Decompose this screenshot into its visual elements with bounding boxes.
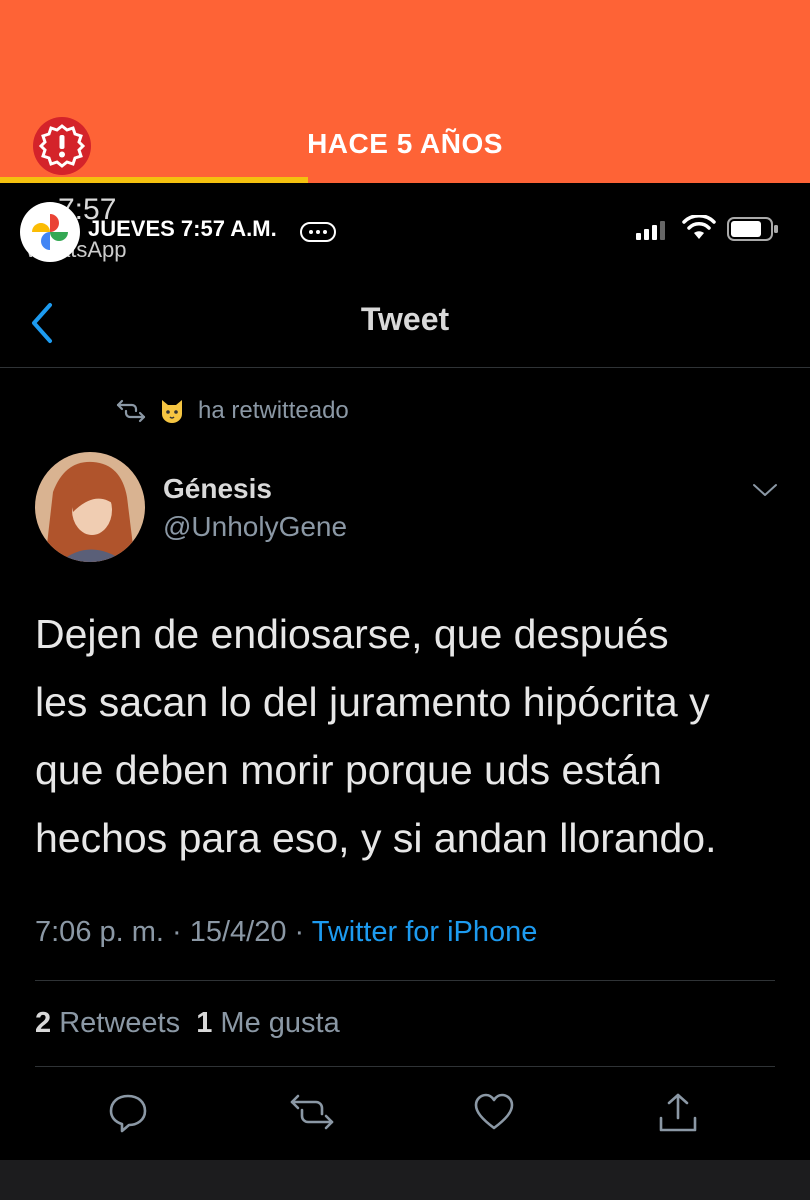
wifi-icon xyxy=(682,215,716,239)
retweet-label: ha retwitteado xyxy=(198,397,349,424)
author-handle[interactable]: @UnholyGene xyxy=(163,511,347,543)
avatar[interactable] xyxy=(35,452,145,562)
tweet-line: que deben morir porque uds están xyxy=(35,747,662,793)
tweet-line: hechos para eso, y si andan llorando. xyxy=(35,815,717,861)
tweet-stats: 2 Retweets 1 Me gusta xyxy=(35,1007,340,1040)
more-options-icon[interactable] xyxy=(300,222,336,242)
retweets-count[interactable]: 2 xyxy=(35,1007,51,1039)
story-date: JUEVES 7:57 A.M. xyxy=(88,216,277,241)
author-name[interactable]: Génesis xyxy=(163,473,272,505)
chevron-down-icon[interactable] xyxy=(752,482,778,498)
tweet-line: les sacan lo del juramento hipócrita y xyxy=(35,679,710,725)
retweet-small-icon xyxy=(116,399,146,423)
page-title: Tweet xyxy=(360,301,450,337)
share-icon[interactable] xyxy=(656,1090,700,1134)
tweet-text: Dejen de endiosarse, que después les sac… xyxy=(35,600,785,872)
divider xyxy=(35,1066,775,1067)
retweet-icon[interactable] xyxy=(288,1090,336,1134)
story-title: HACE 5 AÑOS xyxy=(307,128,503,159)
retweeted-by-row[interactable]: ha retwitteado xyxy=(116,395,349,427)
tweet-timestamp: 7:06 p. m. · 15/4/20 · xyxy=(35,916,312,948)
tweet-line: Dejen de endiosarse, que después xyxy=(35,611,669,657)
likes-count[interactable]: 1 xyxy=(196,1007,212,1039)
story-progress-bar xyxy=(0,177,810,183)
signal-icon xyxy=(636,221,665,240)
google-photos-icon xyxy=(20,202,80,262)
reply-icon[interactable] xyxy=(106,1090,150,1134)
story-progress-fill xyxy=(0,177,308,183)
tweet-source-link[interactable]: Twitter for iPhone xyxy=(312,916,538,948)
like-icon[interactable] xyxy=(472,1090,516,1134)
cat-emoji-icon xyxy=(162,400,182,423)
battery-icon xyxy=(727,217,778,241)
likes-label[interactable]: Me gusta xyxy=(220,1007,339,1039)
tweet-meta: 7:06 p. m. · 15/4/20 · Twitter for iPhon… xyxy=(35,916,537,949)
bottom-bar xyxy=(0,1160,810,1200)
nav-bar: Tweet xyxy=(0,283,810,368)
divider xyxy=(35,980,775,981)
retweets-label[interactable]: Retweets xyxy=(59,1007,180,1039)
